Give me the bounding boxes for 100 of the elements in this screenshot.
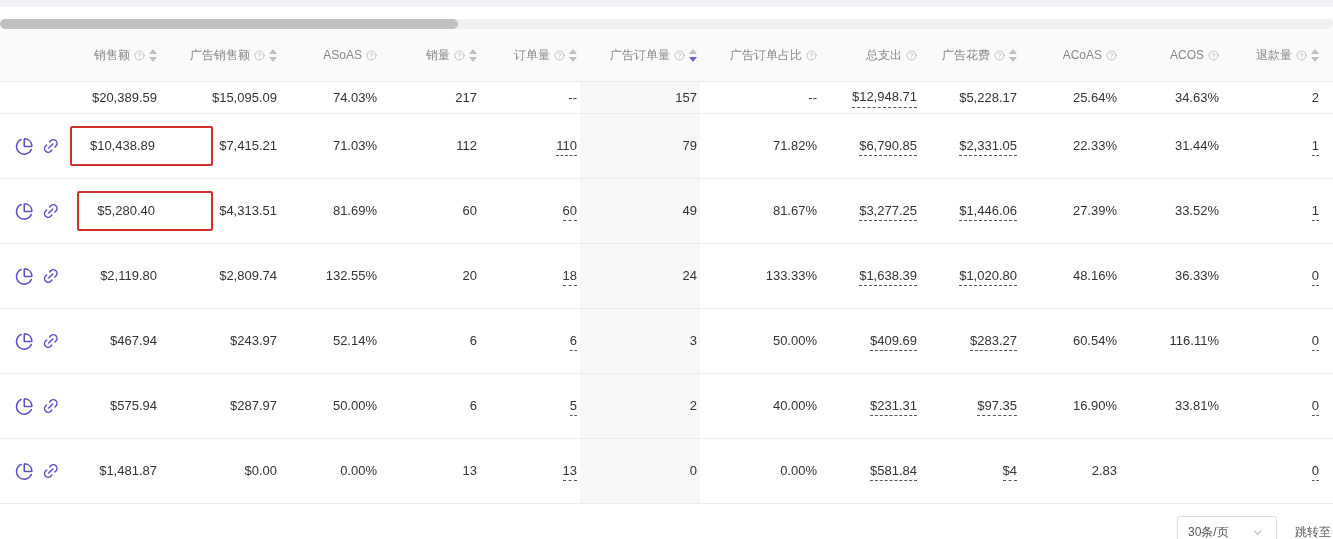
table-cell-text: -- — [568, 88, 577, 107]
help-icon[interactable] — [554, 49, 565, 61]
sort-icon[interactable] — [689, 48, 697, 62]
table-cell[interactable]: 0 — [1311, 330, 1319, 352]
column-header: 广告订单量 — [610, 47, 670, 64]
table-cell-text: $5,228.17 — [959, 88, 1017, 107]
table-cell-text: 60 — [462, 202, 477, 221]
table-cell-text: 60.54% — [1072, 332, 1117, 351]
pie-chart-icon[interactable] — [15, 396, 34, 416]
table-cell[interactable]: 5 — [569, 395, 577, 417]
table-cell-text: 34.63% — [1174, 88, 1219, 107]
table-cell-text: 2 — [1311, 88, 1319, 107]
table-cell-text: $2,119.80 — [100, 267, 157, 286]
table-cell-text: -- — [808, 88, 817, 107]
table-cell-text: 74.03% — [332, 88, 377, 107]
table-cell[interactable]: $231.31 — [870, 395, 917, 417]
pie-chart-icon[interactable] — [15, 201, 34, 221]
table-cell-text: 33.52% — [1174, 202, 1219, 221]
column-header: 订单量 — [514, 47, 550, 64]
help-icon[interactable] — [806, 49, 817, 61]
table-cell[interactable]: 0 — [1311, 265, 1319, 287]
table-cell-text: 81.69% — [332, 202, 377, 221]
help-icon[interactable] — [454, 49, 465, 61]
table-cell-text: 22.33% — [1072, 137, 1117, 156]
help-icon[interactable] — [906, 49, 917, 61]
table-cell[interactable]: 6 — [569, 330, 577, 352]
table-cell-text: $20,389.59 — [91, 88, 157, 107]
table-cell-text: 48.16% — [1072, 267, 1117, 286]
help-icon[interactable] — [1106, 49, 1117, 61]
table-cell[interactable]: 0 — [1311, 395, 1319, 417]
table-cell[interactable]: 60 — [562, 200, 577, 222]
table-cell-text: 2 — [689, 397, 697, 416]
table-cell-text: 33.81% — [1174, 397, 1219, 416]
table-cell-text: 71.03% — [332, 137, 377, 156]
column-header: 退款量 — [1256, 47, 1292, 64]
table-cell-text: 116.11% — [1169, 332, 1219, 351]
page-size-select[interactable]: 30条/页 — [1177, 516, 1277, 539]
table-cell[interactable]: $3,277.25 — [859, 200, 917, 222]
pie-chart-icon[interactable] — [15, 461, 34, 481]
table-cell[interactable]: $97.35 — [977, 395, 1017, 417]
pie-chart-icon[interactable] — [15, 136, 34, 156]
table-cell-text: $1,481.87 — [99, 462, 157, 481]
table-cell-text: 157 — [675, 88, 697, 107]
table-cell[interactable]: 0 — [1311, 460, 1319, 482]
table-cell[interactable]: $6,790.85 — [859, 135, 917, 157]
table-cell[interactable]: $1,020.80 — [959, 265, 1017, 287]
table-cell-text: 79 — [682, 137, 697, 156]
table-cell[interactable]: 13 — [562, 460, 577, 482]
table-cell-text: 71.82% — [772, 137, 817, 156]
table-cell-text: $4,313.51 — [219, 202, 277, 221]
column-header: ACoAS — [1062, 47, 1102, 64]
table-cell-text: 81.67% — [772, 202, 817, 221]
table-cell-text: $2,809.74 — [219, 267, 277, 286]
table-cell-text: 132.55% — [325, 267, 377, 286]
table-cell[interactable]: $581.84 — [870, 460, 917, 482]
table-cell-text: $467.94 — [110, 332, 157, 351]
help-icon[interactable] — [134, 49, 145, 61]
help-icon[interactable] — [366, 49, 377, 61]
table-cell[interactable]: $409.69 — [870, 330, 917, 352]
highlighted-value: $10,438.89 — [69, 126, 213, 166]
column-header: 总支出 — [866, 47, 902, 64]
help-icon[interactable] — [1208, 49, 1219, 61]
table-cell-text: 50.00% — [332, 397, 377, 416]
table-cell[interactable]: 110 — [556, 135, 577, 157]
table-cell-text: 40.00% — [772, 397, 817, 416]
table-cell-text: 0.00% — [780, 462, 817, 481]
help-icon[interactable] — [1296, 49, 1307, 61]
horizontal-scrollbar[interactable] — [0, 19, 1333, 29]
table-cell[interactable]: 1 — [1311, 200, 1319, 222]
table-cell-text: $575.94 — [110, 397, 157, 416]
table-cell[interactable]: $1,446.06 — [959, 200, 1017, 222]
table-cell[interactable]: $2,331.05 — [959, 135, 1017, 157]
pie-chart-icon[interactable] — [15, 331, 34, 351]
table-cell-text: 52.14% — [332, 332, 377, 351]
table-cell-text: 0 — [689, 462, 697, 481]
table-cell-text: 25.64% — [1072, 88, 1117, 107]
table-cell-text: 3 — [689, 332, 697, 351]
pie-chart-icon[interactable] — [15, 266, 34, 286]
table-cell-text: $15,095.09 — [211, 88, 277, 107]
column-header: 销量 — [426, 47, 450, 64]
help-icon[interactable] — [994, 49, 1005, 61]
table-cell-text: 24 — [682, 267, 697, 286]
table-cell-text: 16.90% — [1072, 397, 1117, 416]
table-cell[interactable]: $12,948.71 — [851, 87, 917, 108]
table-cell-text: 50.00% — [772, 332, 817, 351]
column-header: 销售额 — [94, 47, 130, 64]
table-cell[interactable]: 1 — [1311, 135, 1319, 157]
table-cell[interactable]: $283.27 — [970, 330, 1017, 352]
table-cell[interactable]: 18 — [562, 265, 577, 287]
table-cell-text: $0.00 — [244, 462, 277, 481]
table-cell-text: 20 — [462, 267, 477, 286]
table-cell-text: 2.83 — [1091, 462, 1117, 481]
highlighted-value: $5,280.40 — [77, 191, 213, 231]
table-cell[interactable]: $1,638.39 — [859, 265, 917, 287]
table-cell-text: 217 — [455, 88, 477, 107]
table-cell-text: $287.97 — [230, 397, 277, 416]
table-cell-text: 133.33% — [765, 267, 817, 286]
table-cell[interactable]: $4 — [1002, 460, 1017, 482]
table-cell-text: 31.44% — [1174, 137, 1219, 156]
help-icon[interactable] — [254, 49, 265, 61]
